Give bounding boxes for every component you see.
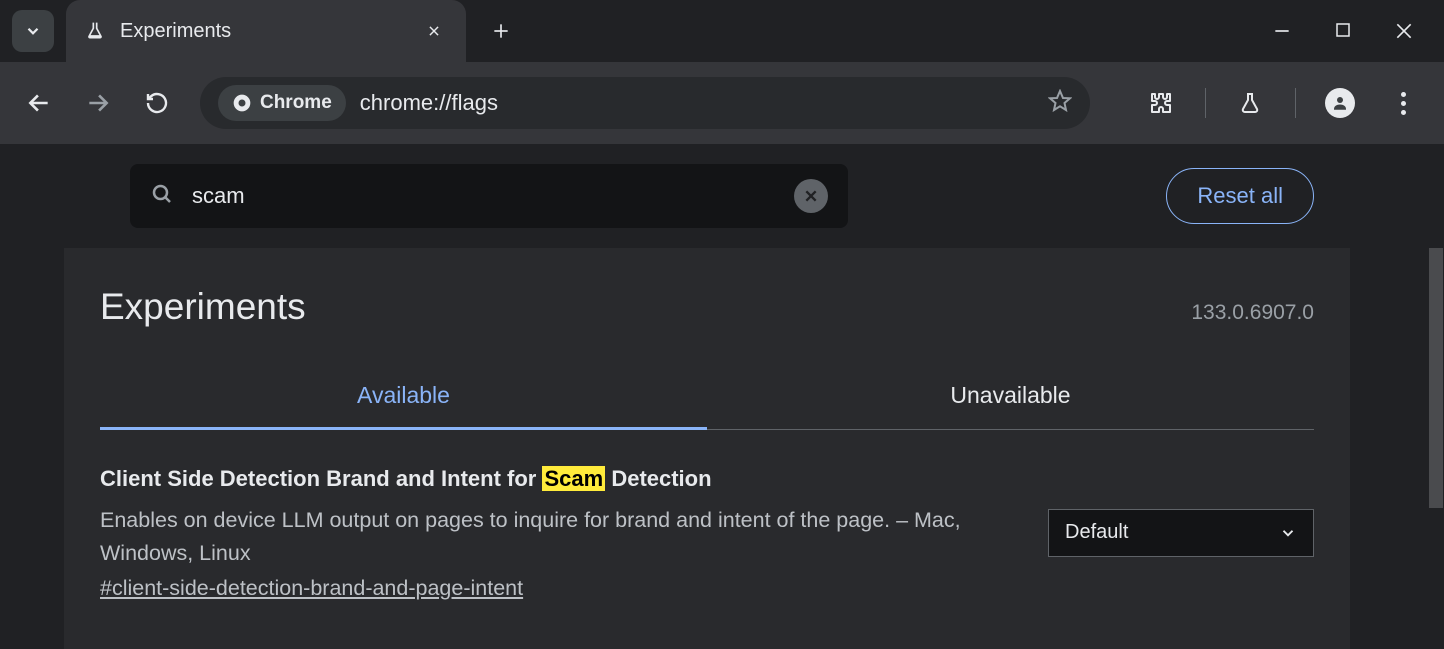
- minimize-button[interactable]: [1272, 21, 1292, 41]
- menu-button[interactable]: [1385, 83, 1422, 123]
- labs-button[interactable]: [1232, 83, 1269, 123]
- close-icon: [803, 188, 819, 204]
- maximize-icon: [1334, 21, 1352, 39]
- avatar-icon: [1325, 88, 1355, 118]
- chevron-down-icon: [1279, 524, 1297, 542]
- flag-description: Enables on device LLM output on pages to…: [100, 504, 1008, 571]
- back-button[interactable]: [22, 85, 55, 121]
- flag-state-select[interactable]: Default: [1048, 509, 1314, 557]
- arrow-right-icon: [85, 90, 111, 116]
- omnibox[interactable]: Chrome chrome://flags: [200, 77, 1090, 129]
- profile-button[interactable]: [1322, 83, 1359, 123]
- close-icon: [1394, 21, 1414, 41]
- chrome-version: 133.0.6907.0: [1191, 301, 1314, 325]
- close-icon: [427, 24, 441, 38]
- star-icon: [1048, 89, 1072, 113]
- tab-close-button[interactable]: [422, 19, 446, 43]
- forward-button[interactable]: [81, 85, 114, 121]
- flags-search-box[interactable]: [130, 164, 848, 228]
- toolbar: Chrome chrome://flags: [0, 62, 1444, 144]
- tab-search-button[interactable]: [12, 10, 54, 52]
- clear-search-button[interactable]: [794, 179, 828, 213]
- page-title: Experiments: [100, 286, 306, 328]
- reset-all-button[interactable]: Reset all: [1166, 168, 1314, 224]
- separator: [1205, 88, 1206, 118]
- puzzle-icon: [1149, 91, 1173, 115]
- minimize-icon: [1272, 21, 1292, 41]
- arrow-left-icon: [26, 90, 52, 116]
- flags-search-input[interactable]: [192, 183, 776, 209]
- window-controls: [1272, 21, 1444, 41]
- vertical-scrollbar[interactable]: [1428, 248, 1444, 649]
- omnibox-url: chrome://flags: [360, 90, 1034, 116]
- tab-available[interactable]: Available: [100, 382, 707, 429]
- titlebar: Experiments: [0, 0, 1444, 62]
- browser-tab[interactable]: Experiments: [66, 0, 466, 62]
- flag-anchor-link[interactable]: #client-side-detection-brand-and-page-in…: [100, 576, 523, 601]
- chrome-chip: Chrome: [218, 85, 346, 121]
- separator: [1295, 88, 1296, 118]
- close-window-button[interactable]: [1394, 21, 1414, 41]
- flag-state-value: Default: [1065, 521, 1128, 544]
- plus-icon: [491, 21, 511, 41]
- flags-search-row: Reset all: [0, 144, 1444, 248]
- chevron-down-icon: [24, 22, 42, 40]
- scrollbar-thumb[interactable]: [1429, 248, 1443, 508]
- flask-icon: [84, 20, 106, 42]
- tab-unavailable[interactable]: Unavailable: [707, 382, 1314, 429]
- tab-row: Available Unavailable: [100, 382, 1314, 430]
- maximize-button[interactable]: [1334, 21, 1352, 41]
- new-tab-button[interactable]: [480, 10, 522, 52]
- kebab-icon: [1401, 92, 1406, 115]
- search-icon: [150, 182, 174, 211]
- tab-title: Experiments: [120, 20, 231, 43]
- extensions-button[interactable]: [1142, 83, 1179, 123]
- bookmark-button[interactable]: [1048, 89, 1072, 118]
- content-panel: Experiments 133.0.6907.0 Available Unava…: [64, 248, 1350, 649]
- chrome-chip-label: Chrome: [260, 92, 332, 114]
- flask-icon: [1238, 91, 1262, 115]
- chrome-logo-icon: [232, 93, 252, 113]
- flag-item: Client Side Detection Brand and Intent f…: [100, 464, 1314, 601]
- search-highlight: Scam: [542, 466, 605, 491]
- reload-icon: [145, 91, 169, 115]
- reload-button[interactable]: [141, 85, 174, 121]
- flag-title: Client Side Detection Brand and Intent f…: [100, 464, 1008, 494]
